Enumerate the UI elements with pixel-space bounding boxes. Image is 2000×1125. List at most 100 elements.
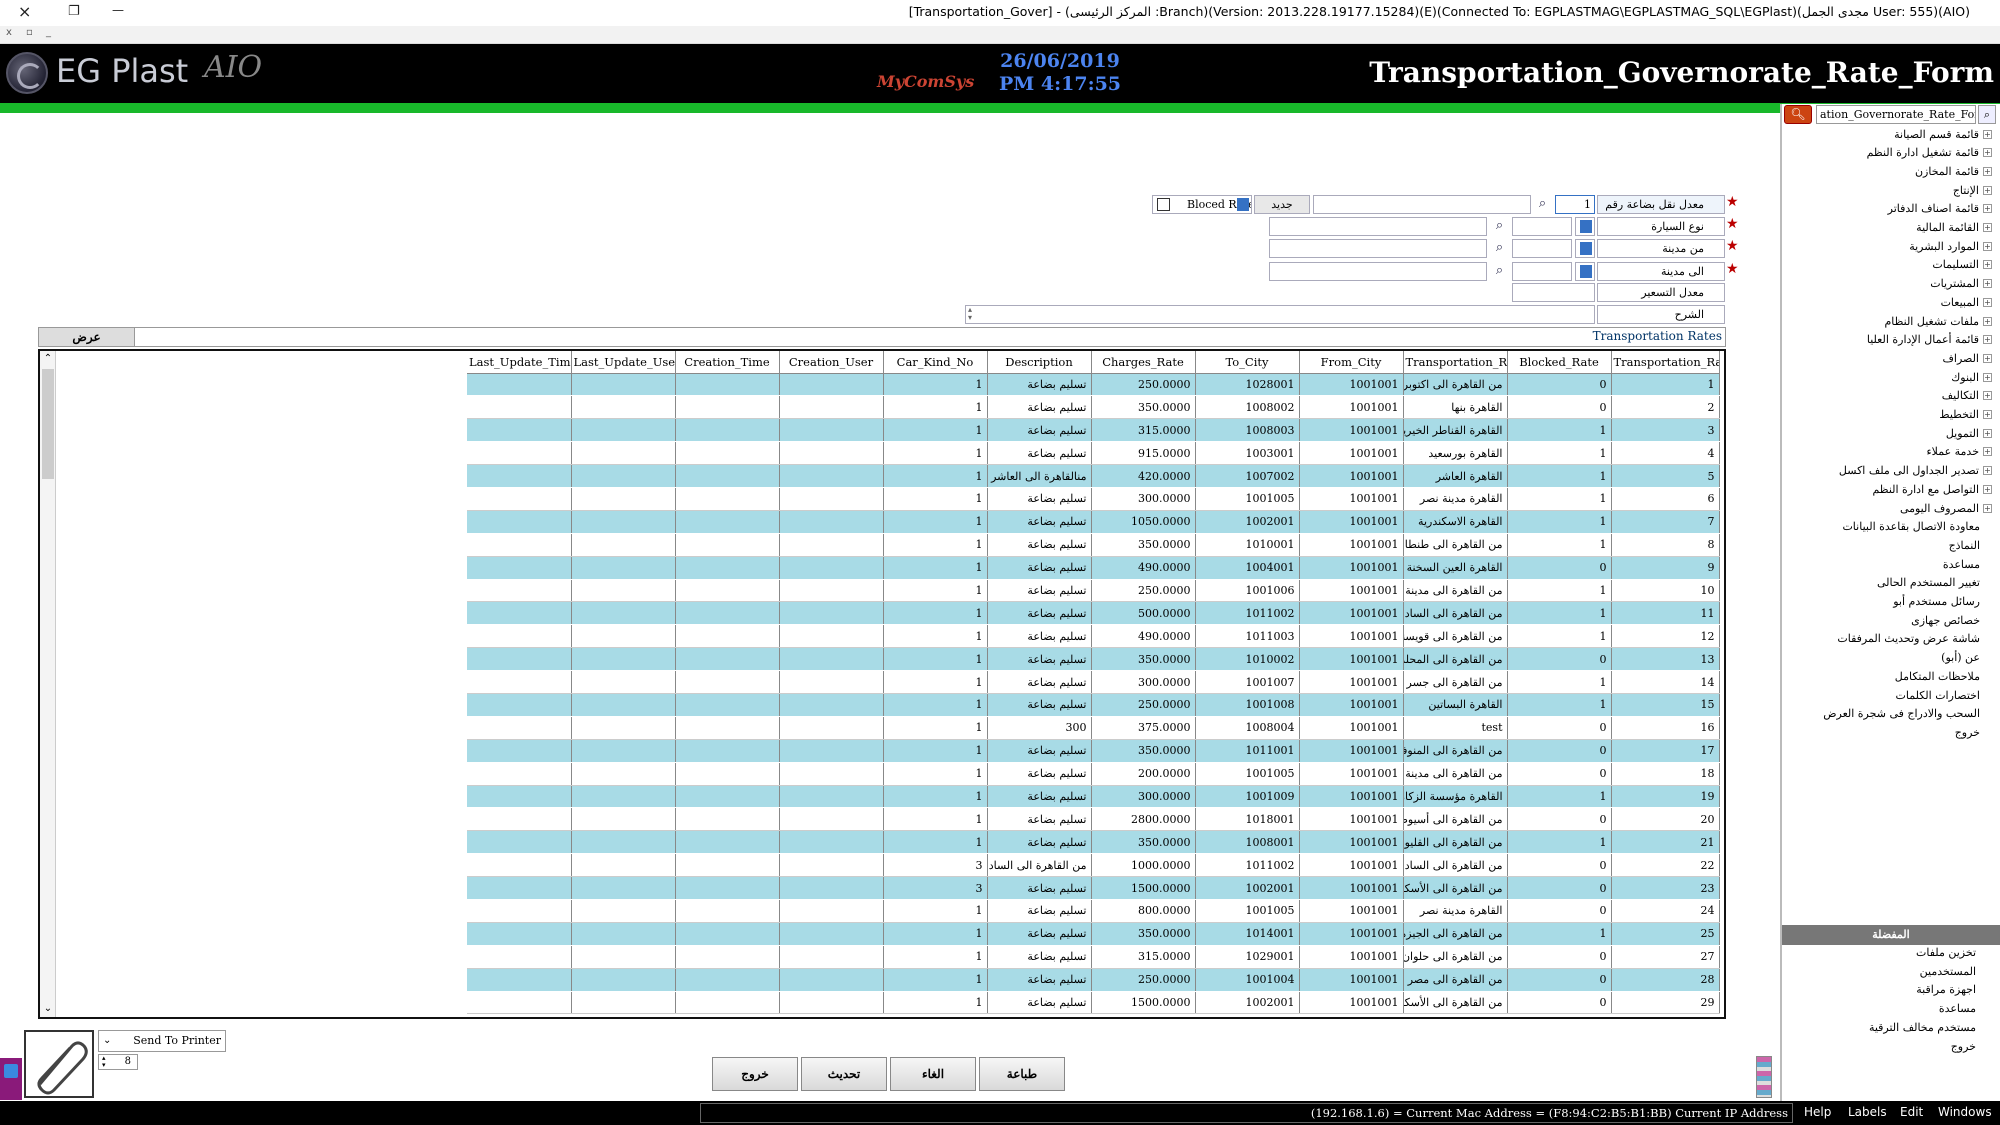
table-cell[interactable] bbox=[675, 853, 780, 878]
table-cell[interactable]: 10 bbox=[1611, 579, 1720, 603]
tree-leaf[interactable]: ملاحظات المتكامل bbox=[1895, 667, 1980, 685]
dropdown-arrow-icon[interactable] bbox=[1237, 198, 1249, 211]
table-cell[interactable]: 0 bbox=[1507, 556, 1612, 580]
tree-item[interactable]: + تصدير الجداول الى ملف اكسل bbox=[1839, 462, 1992, 480]
table-cell[interactable]: 500.0000 bbox=[1091, 601, 1196, 626]
table-cell[interactable] bbox=[675, 647, 780, 672]
table-cell[interactable]: 8 bbox=[1611, 533, 1720, 557]
desc-input[interactable]: ▴ ▾ bbox=[965, 305, 1595, 324]
table-cell[interactable]: 25 bbox=[1611, 922, 1720, 946]
table-cell[interactable]: 0 bbox=[1507, 899, 1612, 923]
table-cell[interactable]: 1 bbox=[1507, 601, 1612, 626]
table-cell[interactable]: 13 bbox=[1611, 647, 1720, 672]
table-cell[interactable]: تسليم بضاعة bbox=[987, 785, 1092, 809]
table-cell[interactable] bbox=[467, 487, 572, 511]
table-cell[interactable]: 300.0000 bbox=[1091, 785, 1196, 809]
table-cell[interactable] bbox=[675, 579, 780, 603]
table-cell[interactable]: 1 bbox=[1507, 624, 1612, 649]
table-cell[interactable]: من القاهرة الى حلوان bbox=[1403, 945, 1508, 969]
table-row[interactable]: 1 تسليم بضاعة 350.0000 1008001 1001001 من الق… bbox=[467, 830, 1720, 855]
table-cell[interactable]: 1001001 bbox=[1299, 464, 1404, 488]
table-cell[interactable]: القاهرة مؤسسة الزكاة bbox=[1403, 785, 1508, 809]
expand-icon[interactable]: + bbox=[1983, 204, 1992, 214]
table-cell[interactable]: 19 bbox=[1611, 785, 1720, 809]
table-cell[interactable]: تسليم بضاعة bbox=[987, 624, 1092, 649]
table-cell[interactable]: 1 bbox=[1507, 510, 1612, 534]
table-cell[interactable]: 1 bbox=[883, 785, 988, 809]
table-cell[interactable]: تسليم بضاعة bbox=[987, 968, 1092, 992]
table-cell[interactable]: 800.0000 bbox=[1091, 899, 1196, 923]
table-cell[interactable]: 7 bbox=[1611, 510, 1720, 534]
table-cell[interactable] bbox=[779, 373, 884, 397]
table-row[interactable]: 1 تسليم بضاعة 250.0000 1001006 1001001 من الق… bbox=[467, 579, 1720, 603]
expand-icon[interactable]: + bbox=[1983, 466, 1992, 476]
table-cell[interactable] bbox=[571, 716, 676, 740]
expand-icon[interactable]: + bbox=[1983, 372, 1992, 382]
table-cell[interactable]: تسليم بضاعة bbox=[987, 807, 1092, 832]
table-cell[interactable]: 2 bbox=[1611, 395, 1720, 420]
table-cell[interactable]: القاهرة مدينة نصر bbox=[1403, 899, 1508, 923]
table-row[interactable]: 1 تسليم بضاعة 250.0000 1001004 1001001 من الق… bbox=[467, 968, 1720, 992]
search-icon[interactable]: ⌕ bbox=[1490, 262, 1509, 281]
table-cell[interactable] bbox=[779, 601, 884, 626]
table-cell[interactable]: 1 bbox=[883, 670, 988, 694]
table-cell[interactable] bbox=[779, 487, 884, 511]
table-cell[interactable]: 1050.0000 bbox=[1091, 510, 1196, 534]
show-button[interactable]: عرض bbox=[39, 328, 135, 346]
table-cell[interactable]: تسليم بضاعة bbox=[987, 510, 1092, 534]
table-cell[interactable]: 27 bbox=[1611, 945, 1720, 969]
table-cell[interactable]: تسليم بضاعة bbox=[987, 991, 1092, 1015]
table-row[interactable]: 1 تسليم بضاعة 250.0000 1001008 1001001 القاهر… bbox=[467, 693, 1720, 717]
table-cell[interactable]: من القاهرة الى طنطا bbox=[1403, 533, 1508, 557]
table-cell[interactable] bbox=[571, 968, 676, 992]
table-cell[interactable]: 1011002 bbox=[1195, 853, 1300, 878]
table-cell[interactable] bbox=[571, 395, 676, 420]
table-cell[interactable]: 1 bbox=[1507, 579, 1612, 603]
table-cell[interactable]: 29 bbox=[1611, 991, 1720, 1015]
chevron-down-icon[interactable]: ⌄ bbox=[103, 1031, 111, 1051]
refresh-button[interactable]: تحديث bbox=[801, 1057, 887, 1091]
table-cell[interactable]: 1001001 bbox=[1299, 624, 1404, 649]
tree-item[interactable]: + التسليمات bbox=[1932, 256, 1992, 274]
table-cell[interactable]: 1001001 bbox=[1299, 556, 1404, 580]
table-cell[interactable] bbox=[467, 807, 572, 832]
table-cell[interactable]: 915.0000 bbox=[1091, 441, 1196, 466]
table-cell[interactable]: 350.0000 bbox=[1091, 922, 1196, 946]
table-cell[interactable]: 1010001 bbox=[1195, 533, 1300, 557]
table-cell[interactable] bbox=[467, 922, 572, 946]
tree-item[interactable]: + خدمة عملاء bbox=[1926, 443, 1992, 461]
table-cell[interactable] bbox=[675, 830, 780, 855]
table-cell[interactable]: القاهرة مدينة نصر bbox=[1403, 487, 1508, 511]
table-cell[interactable] bbox=[779, 968, 884, 992]
table-cell[interactable]: تسليم بضاعة bbox=[987, 418, 1092, 443]
table-cell[interactable]: من القاهرة الى مدينة نصر bbox=[1403, 762, 1508, 786]
table-row[interactable]: 1 تسليم بضاعة 490.0000 1011003 1001001 من الق… bbox=[467, 624, 1720, 649]
table-cell[interactable]: 1001001 bbox=[1299, 899, 1404, 923]
table-cell[interactable]: 21 bbox=[1611, 830, 1720, 855]
table-row[interactable]: 1 تسليم بضاعة 350.0000 1010002 1001001 من الق… bbox=[467, 647, 1720, 672]
table-cell[interactable]: تسليم بضاعة bbox=[987, 373, 1092, 397]
exit-button[interactable]: خروج bbox=[712, 1057, 798, 1091]
table-cell[interactable]: القاهرة القناطر الخيرية bbox=[1403, 418, 1508, 443]
new-button[interactable]: جديد bbox=[1254, 195, 1310, 214]
table-cell[interactable] bbox=[779, 876, 884, 900]
expand-icon[interactable]: + bbox=[1983, 484, 1992, 494]
table-cell[interactable]: تسليم بضاعة bbox=[987, 533, 1092, 557]
table-cell[interactable]: 1 bbox=[883, 464, 988, 488]
table-cell[interactable]: 1 bbox=[1507, 785, 1612, 809]
table-cell[interactable]: 1 bbox=[883, 418, 988, 443]
table-cell[interactable] bbox=[675, 510, 780, 534]
table-cell[interactable]: 1008001 bbox=[1195, 830, 1300, 855]
table-cell[interactable] bbox=[675, 876, 780, 900]
table-cell[interactable]: تسليم بضاعة bbox=[987, 945, 1092, 969]
table-cell[interactable] bbox=[675, 556, 780, 580]
dropdown-arrow-icon[interactable] bbox=[1580, 265, 1592, 278]
table-cell[interactable] bbox=[467, 968, 572, 992]
mdi-close-icon[interactable]: x bbox=[6, 27, 12, 38]
table-row[interactable]: 3 تسليم بضاعة 1500.0000 1002001 1001001 من ال… bbox=[467, 876, 1720, 900]
table-cell[interactable] bbox=[467, 464, 572, 488]
tree-item[interactable]: + التكاليف bbox=[1942, 387, 1992, 405]
table-cell[interactable]: 1 bbox=[883, 647, 988, 672]
table-cell[interactable]: 350.0000 bbox=[1091, 830, 1196, 855]
column-header[interactable]: Last_Update_User bbox=[571, 351, 676, 374]
